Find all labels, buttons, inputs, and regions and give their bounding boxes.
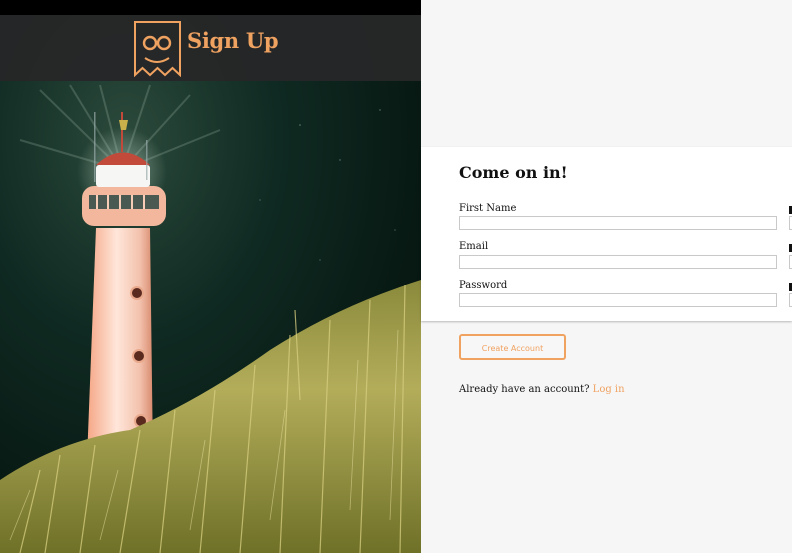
login-link[interactable]: Log in bbox=[593, 384, 625, 395]
password-field[interactable] bbox=[459, 293, 777, 307]
email-field[interactable] bbox=[459, 255, 777, 269]
brand-title: Sign Up bbox=[187, 28, 279, 53]
email-label: Email bbox=[459, 241, 489, 252]
login-prompt: Already have an account? Log in bbox=[459, 384, 625, 395]
login-prompt-text: Already have an account? bbox=[459, 384, 590, 395]
first-name-field[interactable] bbox=[459, 216, 777, 230]
lighthouse-photo bbox=[0, 0, 421, 553]
create-account-button[interactable]: Create Account bbox=[459, 334, 566, 360]
hero-panel: Sign Up bbox=[0, 0, 421, 553]
password-label: Password bbox=[459, 280, 508, 291]
logo-ticket-icon bbox=[134, 21, 181, 77]
first-name-label: First Name bbox=[459, 203, 517, 214]
top-strip bbox=[0, 0, 421, 15]
form-heading: Come on in! bbox=[459, 163, 568, 182]
